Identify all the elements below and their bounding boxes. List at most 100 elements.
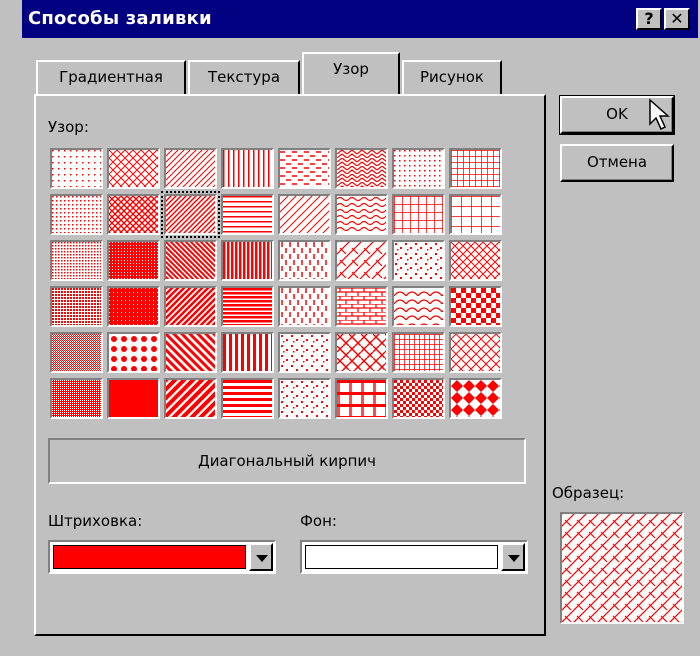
pattern-swatch[interactable] <box>107 194 160 235</box>
pattern-swatch[interactable] <box>392 148 445 189</box>
pattern-swatch[interactable] <box>335 240 388 281</box>
pattern-preview <box>394 150 443 187</box>
pattern-grid <box>46 146 516 426</box>
tab-picture[interactable]: Рисунок <box>402 60 502 94</box>
pattern-preview <box>223 242 272 279</box>
pattern-swatch[interactable] <box>164 286 217 327</box>
pattern-swatch[interactable] <box>107 240 160 281</box>
pattern-preview <box>223 334 272 371</box>
pattern-preview <box>166 150 215 187</box>
pattern-preview <box>52 242 101 279</box>
pattern-swatch[interactable] <box>107 286 160 327</box>
title-bar: Способы заливки ? ✕ <box>22 0 698 38</box>
pattern-preview <box>337 380 386 417</box>
pattern-swatch[interactable] <box>164 240 217 281</box>
foreground-color-swatch <box>53 545 246 569</box>
pattern-preview <box>166 196 215 233</box>
background-color-dropdown[interactable] <box>300 540 528 574</box>
pattern-preview <box>109 242 158 279</box>
pattern-swatch[interactable] <box>221 332 274 373</box>
pattern-swatch[interactable] <box>50 194 103 235</box>
pattern-preview <box>451 150 500 187</box>
pattern-swatch[interactable] <box>107 332 160 373</box>
pattern-swatch[interactable] <box>449 148 502 189</box>
pattern-swatch[interactable] <box>50 378 103 419</box>
pattern-swatch[interactable] <box>449 286 502 327</box>
pattern-preview <box>451 380 500 417</box>
pattern-swatch[interactable] <box>392 332 445 373</box>
pattern-swatch[interactable] <box>449 194 502 235</box>
pattern-preview <box>451 242 500 279</box>
pattern-preview <box>451 288 500 325</box>
pattern-swatch[interactable] <box>50 240 103 281</box>
pattern-swatch[interactable] <box>164 378 217 419</box>
tab-texture[interactable]: Текстура <box>188 60 300 94</box>
pattern-preview <box>52 150 101 187</box>
chevron-down-icon[interactable] <box>249 543 273 571</box>
pattern-swatch[interactable] <box>278 240 331 281</box>
pattern-swatch[interactable] <box>392 240 445 281</box>
pattern-swatch[interactable] <box>335 194 388 235</box>
pattern-preview <box>166 380 215 417</box>
tab-pattern[interactable]: Узор <box>302 52 400 94</box>
pattern-preview <box>451 334 500 371</box>
pattern-preview <box>394 196 443 233</box>
pattern-swatch[interactable] <box>335 332 388 373</box>
pattern-swatch[interactable] <box>164 148 217 189</box>
pattern-swatch[interactable] <box>221 378 274 419</box>
pattern-swatch[interactable] <box>161 191 220 238</box>
pattern-preview <box>337 288 386 325</box>
pattern-preview <box>52 288 101 325</box>
pattern-swatch[interactable] <box>278 286 331 327</box>
pattern-swatch[interactable] <box>50 286 103 327</box>
pattern-swatch[interactable] <box>221 286 274 327</box>
pattern-swatch[interactable] <box>278 148 331 189</box>
pattern-swatch[interactable] <box>335 148 388 189</box>
pattern-preview <box>280 380 329 417</box>
pattern-preview <box>280 334 329 371</box>
pattern-preview <box>52 334 101 371</box>
pattern-preview <box>280 196 329 233</box>
pattern-name-box: Диагональный кирпич <box>48 438 526 484</box>
pattern-swatch[interactable] <box>278 332 331 373</box>
help-button[interactable]: ? <box>636 8 662 30</box>
pattern-preview <box>394 242 443 279</box>
close-button[interactable]: ✕ <box>664 8 690 30</box>
pattern-preview <box>223 288 272 325</box>
pattern-preview <box>394 380 443 417</box>
pattern-preview <box>394 288 443 325</box>
pattern-preview <box>280 150 329 187</box>
sample-preview <box>560 512 684 624</box>
pattern-swatch[interactable] <box>164 332 217 373</box>
pattern-preview <box>451 196 500 233</box>
pattern-preview <box>223 196 272 233</box>
pattern-swatch[interactable] <box>50 148 103 189</box>
pattern-swatch[interactable] <box>335 286 388 327</box>
pattern-preview <box>337 242 386 279</box>
pattern-swatch[interactable] <box>221 240 274 281</box>
pattern-swatch[interactable] <box>392 286 445 327</box>
pattern-swatch[interactable] <box>107 378 160 419</box>
pattern-preview <box>109 196 158 233</box>
tab-gradient[interactable]: Градиентная <box>36 60 186 94</box>
fill-effects-dialog: Способы заливки ? ✕ Градиентная Текстура… <box>22 0 698 656</box>
pattern-swatch[interactable] <box>50 332 103 373</box>
pattern-preview <box>337 196 386 233</box>
pattern-swatch[interactable] <box>221 194 274 235</box>
pattern-swatch[interactable] <box>107 148 160 189</box>
foreground-color-dropdown[interactable] <box>48 540 276 574</box>
background-label: Фон: <box>300 512 337 530</box>
cancel-button[interactable]: Отмена <box>560 144 674 182</box>
pattern-swatch[interactable] <box>278 378 331 419</box>
pattern-swatch[interactable] <box>278 194 331 235</box>
pattern-swatch[interactable] <box>221 148 274 189</box>
pattern-swatch[interactable] <box>449 378 502 419</box>
pattern-preview <box>109 334 158 371</box>
pattern-swatch[interactable] <box>449 332 502 373</box>
pattern-swatch[interactable] <box>392 194 445 235</box>
dialog-title: Способы заливки <box>28 8 212 29</box>
chevron-down-icon[interactable] <box>501 543 525 571</box>
pattern-swatch[interactable] <box>392 378 445 419</box>
pattern-swatch[interactable] <box>335 378 388 419</box>
pattern-swatch[interactable] <box>449 240 502 281</box>
